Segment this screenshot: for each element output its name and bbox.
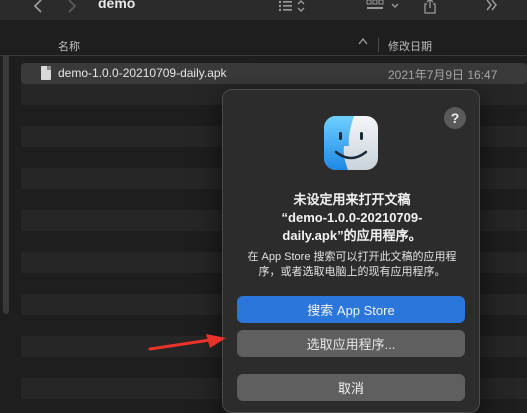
help-button[interactable]: ? bbox=[444, 107, 466, 129]
annotation-arrow-icon bbox=[148, 334, 228, 354]
column-divider[interactable] bbox=[378, 38, 379, 52]
dialog-title: 未设定用来打开文稿 “demo-1.0.0-20210709- daily.ap… bbox=[243, 191, 461, 245]
double-chevron-right-icon[interactable] bbox=[484, 0, 500, 13]
document-icon bbox=[41, 66, 51, 80]
search-app-store-button[interactable]: 搜索 App Store bbox=[237, 296, 465, 323]
dialog-message-line: 序，或者选取电脑上的现有应用程序。 bbox=[258, 266, 446, 278]
list-view-icon[interactable] bbox=[277, 0, 307, 14]
column-header: 名称 修改日期 bbox=[0, 34, 527, 56]
sort-ascending-icon[interactable] bbox=[358, 36, 368, 48]
dialog-title-line: 未设定用来打开文稿 bbox=[293, 192, 411, 207]
dialog-message: 在 App Store 搜索可以打开此文稿的应用程 序，或者选取电脑上的现有应用… bbox=[237, 250, 467, 280]
choose-application-button[interactable]: 选取应用程序... bbox=[237, 330, 465, 357]
file-date: 2021年7月9日 16:47 bbox=[388, 68, 498, 82]
column-date-header[interactable]: 修改日期 bbox=[388, 38, 432, 54]
finder-window: demo 名称 修改日期 demo-1.0.0-20210709-daily.a… bbox=[0, 0, 527, 413]
window-title: demo bbox=[98, 0, 136, 11]
finder-icon bbox=[322, 114, 380, 172]
chevron-left-icon[interactable] bbox=[30, 0, 46, 14]
open-with-dialog: ? 未设定用来打开文稿 “demo-1.0.0-20210709- daily.… bbox=[222, 89, 480, 413]
dialog-title-line: “demo-1.0.0-20210709- bbox=[281, 210, 423, 225]
share-icon[interactable] bbox=[421, 0, 439, 14]
chevron-right-icon[interactable] bbox=[64, 0, 80, 14]
file-name: demo-1.0.0-20210709-daily.apk bbox=[58, 66, 227, 80]
grid-view-icon[interactable] bbox=[366, 0, 402, 14]
sidebar-scrollbar[interactable] bbox=[3, 34, 9, 314]
dialog-message-line: 在 App Store 搜索可以打开此文稿的应用程 bbox=[247, 251, 457, 263]
dialog-title-line: daily.apk”的应用程序。 bbox=[282, 228, 422, 243]
column-name-header[interactable]: 名称 bbox=[58, 38, 80, 54]
file-row[interactable]: demo-1.0.0-20210709-daily.apk 2021年7月9日 … bbox=[21, 63, 527, 84]
toolbar: demo bbox=[0, 0, 527, 20]
cancel-button[interactable]: 取消 bbox=[237, 374, 465, 401]
